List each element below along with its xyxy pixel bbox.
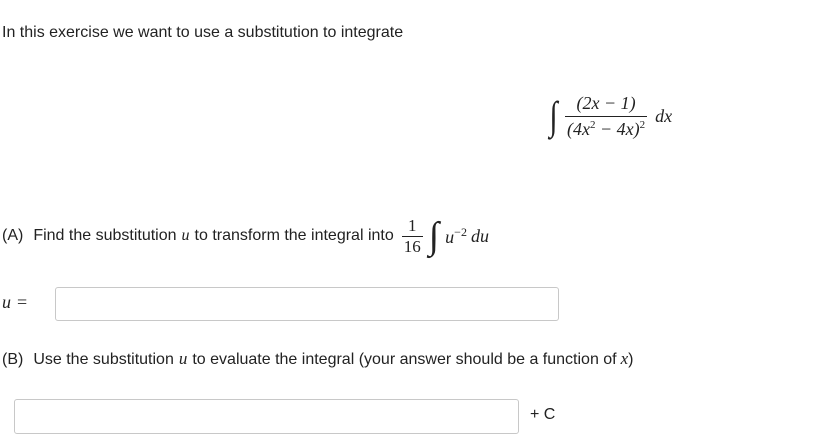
integrand-numerator: (2x − 1) bbox=[574, 93, 637, 116]
intro-text: In this exercise we want to use a substi… bbox=[2, 24, 404, 41]
part-b-text2: to evaluate the integral (your answer sh… bbox=[192, 351, 617, 368]
part-a-coefficient: 1 16 bbox=[401, 215, 423, 257]
part-a-var: u bbox=[181, 227, 190, 244]
part-b-var: u bbox=[178, 349, 188, 368]
numerator-text: (2x − 1) bbox=[576, 92, 636, 113]
part-b-label: (B) bbox=[2, 351, 24, 368]
part-b-text: Use the substitution bbox=[33, 351, 174, 368]
part-a-integrand: u−2 bbox=[445, 225, 467, 248]
den-exp2: 2 bbox=[639, 118, 646, 131]
integral-differential: dx bbox=[655, 105, 673, 126]
part-b-text3: ) bbox=[628, 351, 634, 368]
coef-denominator: 16 bbox=[403, 236, 421, 256]
den-base: (4x bbox=[566, 118, 590, 139]
integrand-base: u bbox=[445, 226, 455, 247]
plus-c-label: + C bbox=[530, 406, 556, 423]
integrand-fraction: (2x − 1) (4x2 − 4x)2 bbox=[564, 93, 648, 140]
u-label-eq: = bbox=[17, 292, 28, 312]
integrand-denominator: (4x2 − 4x)2 bbox=[565, 117, 647, 140]
part-a-differential: du bbox=[470, 225, 489, 246]
part-a-label: (A) bbox=[2, 227, 24, 244]
part-a-text: Find the substitution bbox=[33, 227, 177, 244]
u-label: u = bbox=[2, 292, 27, 313]
coef-numerator: 1 bbox=[408, 215, 417, 235]
integral-sign: ∫ bbox=[549, 93, 558, 138]
part-b-line: (B) Use the substitution u to evaluate t… bbox=[2, 349, 634, 369]
main-integral: ∫ (2x − 1) (4x2 − 4x)2 dx bbox=[548, 86, 672, 146]
answer-input[interactable] bbox=[14, 399, 519, 434]
u-label-var: u bbox=[2, 292, 11, 312]
part-b-var2: x bbox=[620, 349, 629, 368]
part-a-text2: to transform the integral into bbox=[194, 227, 394, 244]
u-input[interactable] bbox=[55, 287, 559, 321]
den-mid: − 4x) bbox=[595, 118, 640, 139]
part-a-integral-sign: ∫ bbox=[428, 215, 440, 257]
part-a-line: (A) Find the substitution u to transform… bbox=[2, 208, 489, 264]
integrand-exp: −2 bbox=[454, 224, 467, 239]
